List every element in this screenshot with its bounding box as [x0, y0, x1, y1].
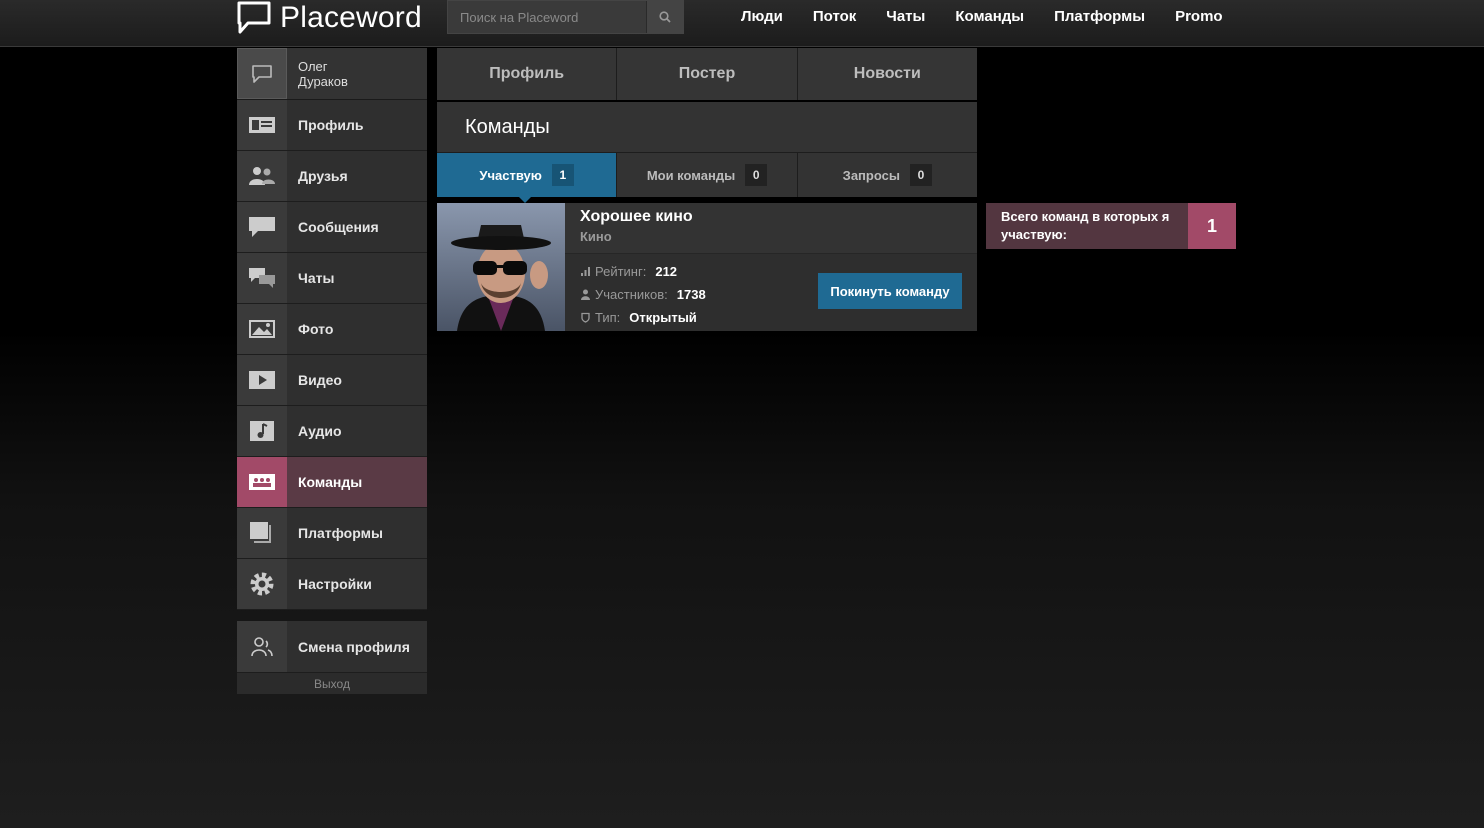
subtab-label: Участвую: [479, 167, 542, 183]
sidebar-item-friends[interactable]: Друзья: [237, 151, 427, 202]
team-info: Хорошее кино Кино Рейтинг: 212 Участнико…: [565, 203, 977, 331]
subtab-requests[interactable]: Запросы 0: [798, 153, 977, 197]
sidebar-item-label: Фото: [298, 321, 334, 337]
main-nav: Люди Поток Чаты Команды Платформы Promo: [741, 8, 1253, 25]
photo-icon: [249, 320, 275, 338]
subtab-participating[interactable]: Участвую 1: [437, 153, 618, 203]
team-category: Кино: [580, 229, 612, 244]
teams-count-label: Всего команд в которых я участвую:: [1001, 209, 1170, 242]
sidebar-item-label: Чаты: [298, 270, 335, 286]
sidebar-item-label: Настройки: [298, 576, 372, 592]
nav-promo[interactable]: Promo: [1175, 8, 1223, 25]
platforms-icon: [250, 522, 271, 543]
team-name[interactable]: Хорошее кино: [580, 208, 962, 226]
switch-user-icon: [251, 636, 273, 656]
sidebar-item-label: Сообщения: [298, 219, 379, 235]
sidebar-item-label: Платформы: [298, 525, 383, 541]
switch-profile-label: Смена профиля: [298, 638, 410, 655]
sidebar-item-label: Аудио: [298, 423, 342, 439]
rating-value: 212: [655, 264, 678, 279]
tab-poster[interactable]: Постер: [617, 48, 798, 100]
user-avatar: [237, 48, 287, 99]
sidebar-item-profile[interactable]: Профиль: [237, 100, 427, 151]
main-content: Профиль Постер Новости Команды Участвую …: [437, 48, 977, 331]
sidebar-item-label: Друзья: [298, 168, 348, 184]
sidebar-item-video[interactable]: Видео: [237, 355, 427, 406]
sidebar-user[interactable]: Олег Дураков: [237, 48, 427, 100]
settings-gear-icon: [250, 572, 274, 596]
team-card: Хорошее кино Кино Рейтинг: 212 Участнико…: [437, 203, 977, 331]
teams-subtabs: Участвую 1 Мои команды 0 Запросы 0: [437, 153, 977, 203]
nav-stream[interactable]: Поток: [813, 8, 856, 25]
shield-icon: [581, 312, 590, 323]
subtab-label: Запросы: [842, 167, 900, 183]
top-bar: Placeword Люди Поток Чаты Команды Платфо…: [0, 0, 1484, 47]
count-badge: 0: [909, 164, 932, 186]
tab-news[interactable]: Новости: [797, 48, 977, 100]
logout-link[interactable]: Выход: [237, 672, 427, 694]
chat-icon: [249, 268, 275, 288]
sidebar-item-label: Видео: [298, 372, 342, 388]
teams-count-value: 1: [1188, 203, 1236, 249]
sidebar-item-platforms[interactable]: Платформы: [237, 508, 427, 559]
type-label: Тип:: [595, 310, 621, 325]
members-value: 1738: [676, 287, 706, 302]
friends-icon: [249, 167, 275, 185]
page-title: Команды: [437, 102, 977, 153]
teams-count-box: Всего команд в которых я участвую: 1: [986, 203, 1236, 249]
stat-type: Тип: Открытый: [580, 306, 962, 329]
rating-bars-icon: [581, 267, 590, 276]
video-icon: [249, 371, 275, 389]
tab-profile[interactable]: Профиль: [437, 48, 618, 100]
sidebar-item-chats[interactable]: Чаты: [237, 253, 427, 304]
sidebar: Олег Дураков Профиль Друзья Сообщения Ча…: [237, 48, 427, 694]
team-avatar-image[interactable]: [437, 203, 565, 331]
user-last-name: Дураков: [298, 73, 348, 89]
sidebar-item-audio[interactable]: Аудио: [237, 406, 427, 457]
logo[interactable]: Placeword: [236, 0, 422, 36]
nav-people[interactable]: Люди: [741, 8, 783, 25]
search-button[interactable]: [646, 1, 683, 33]
audio-icon: [250, 421, 274, 441]
members-label: Участников:: [595, 287, 668, 302]
profile-tabs: Профиль Постер Новости: [437, 48, 977, 100]
speech-bubble-logo-icon: [237, 1, 271, 34]
rating-label: Рейтинг:: [595, 264, 647, 279]
sidebar-item-settings[interactable]: Настройки: [237, 559, 427, 610]
search-box: [447, 0, 684, 34]
search-input[interactable]: [448, 1, 646, 33]
sidebar-item-teams[interactable]: Команды: [237, 457, 427, 508]
profile-card-icon: [249, 117, 275, 133]
nav-platforms[interactable]: Платформы: [1054, 8, 1145, 25]
nav-chats[interactable]: Чаты: [886, 8, 925, 25]
subtab-my-teams[interactable]: Мои команды 0: [617, 153, 798, 197]
sidebar-item-label: Профиль: [298, 117, 364, 133]
leave-team-button[interactable]: Покинуть команду: [818, 273, 962, 309]
user-first-name: Олег: [298, 58, 328, 74]
user-name: Олег Дураков: [287, 48, 427, 99]
search-icon: [659, 11, 671, 23]
teams-icon: [249, 474, 275, 490]
switch-profile-button[interactable]: Смена профиля: [237, 621, 427, 672]
count-badge: 0: [745, 164, 768, 186]
count-badge: 1: [551, 164, 574, 186]
sidebar-item-messages[interactable]: Сообщения: [237, 202, 427, 253]
logo-text: Placeword: [280, 1, 422, 34]
sidebar-item-photo[interactable]: Фото: [237, 304, 427, 355]
sidebar-item-label: Команды: [298, 474, 363, 490]
type-value: Открытый: [629, 310, 697, 325]
subtab-label: Мои команды: [646, 167, 736, 183]
person-icon: [581, 289, 590, 300]
message-icon: [249, 217, 275, 237]
speech-bubble-avatar-icon: [252, 64, 272, 83]
nav-teams[interactable]: Команды: [955, 8, 1024, 25]
